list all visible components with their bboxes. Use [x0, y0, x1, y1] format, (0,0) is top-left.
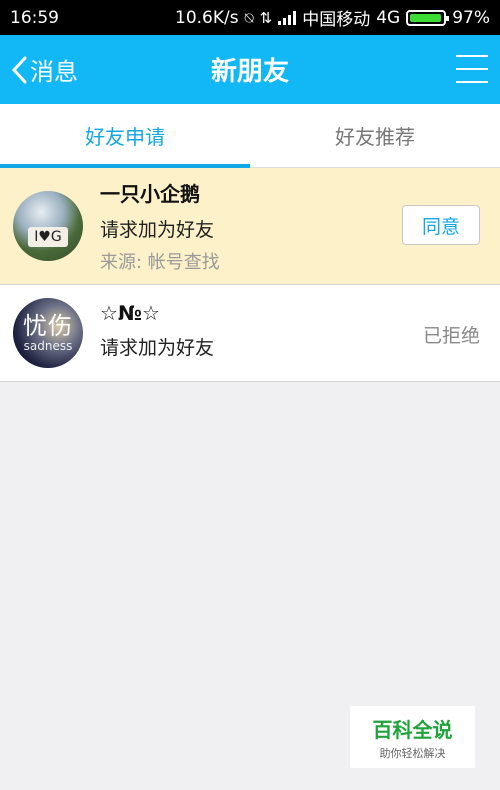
watermark: 百科全说 助你轻松解决 — [350, 706, 475, 768]
watermark-subtitle: 助你轻松解决 — [379, 746, 446, 760]
page-title: 新朋友 — [210, 57, 289, 87]
friend-request-row[interactable]: 忧伤 sadness ☆№☆ 请求加为好友 已拒绝 — [0, 285, 500, 382]
tab-bar: 好友申请 好友推荐 — [0, 104, 500, 168]
back-arrow-icon — [11, 56, 27, 83]
request-name: 一只小企鹅 — [100, 182, 200, 206]
rejected-status: 已拒绝 — [422, 325, 480, 347]
back-button[interactable]: 消息 — [10, 35, 78, 104]
title-bar: 消息 新朋友 — [0, 35, 500, 104]
signal-icon — [278, 10, 297, 25]
network-speed: 10.6K/s — [175, 7, 239, 28]
carrier-name: 中国移动 — [302, 10, 371, 30]
request-source: 来源: 帐号查找 — [100, 252, 220, 273]
back-label: 消息 — [30, 58, 78, 86]
battery-icon — [406, 9, 450, 26]
menu-icon[interactable] — [456, 55, 488, 83]
tab-friend-recommendations[interactable]: 好友推荐 — [250, 104, 500, 167]
data-transfer-icon: ⇅ — [259, 8, 273, 27]
avatar-subtext: sadness — [23, 339, 73, 353]
avatar[interactable]: 忧伤 sadness — [13, 298, 83, 368]
agree-button[interactable]: 同意 — [402, 205, 480, 245]
mute-icon: ⍉ — [244, 8, 254, 27]
avatar[interactable]: I♥G — [13, 191, 83, 261]
status-time: 16:59 — [10, 7, 59, 28]
tab-friend-requests[interactable]: 好友申请 — [0, 104, 250, 168]
avatar-text: 忧伤 — [23, 312, 73, 340]
friend-request-row[interactable]: I♥G 一只小企鹅 请求加为好友 来源: 帐号查找 同意 — [0, 168, 500, 285]
status-right: 10.6K/s ⍉ ⇅ 中国移动 4G 97% — [175, 5, 490, 31]
battery-percent: 97% — [452, 7, 490, 28]
watermark-title: 百科全说 — [372, 717, 453, 742]
avatar-plaque: I♥G — [28, 227, 68, 247]
status-bar: 16:59 10.6K/s ⍉ ⇅ 中国移动 4G 97% — [0, 0, 500, 35]
network-type: 4G — [376, 7, 401, 28]
